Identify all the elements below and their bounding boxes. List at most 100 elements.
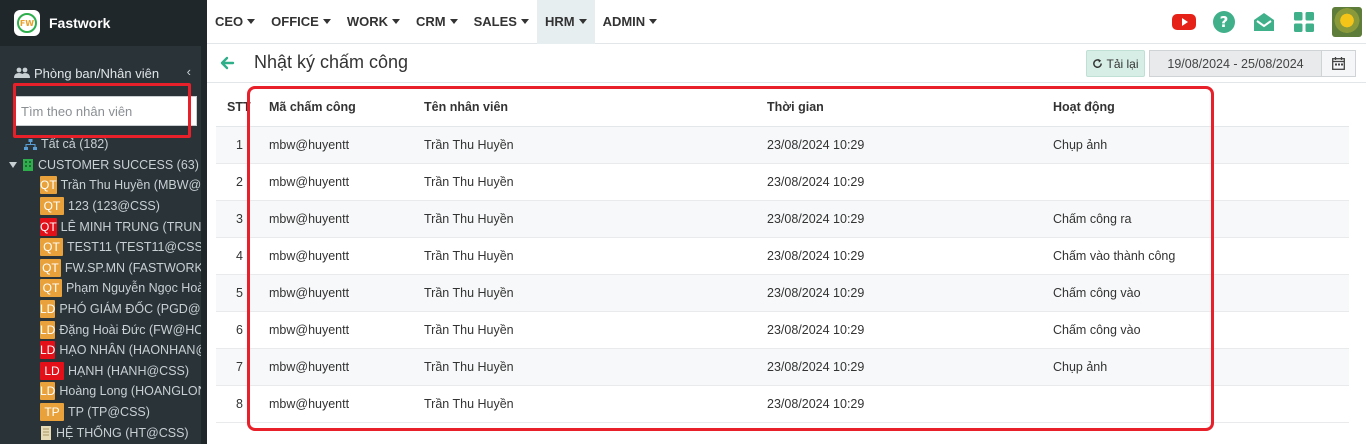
tree-item[interactable]: LDHẠO NHÂN (HAONHAN@CSS)	[0, 340, 207, 361]
tree-item-label: FW.SP.MN (FASTWORK)	[64, 260, 207, 275]
main-content: Nhật ký chấm công Tải lại 19/08/2024 - 2…	[207, 45, 1366, 444]
role-badge: QT	[40, 197, 64, 216]
tree-item-label: TEST11 (TEST11@CSS)	[66, 240, 207, 255]
table-row[interactable]: 5 mbw@huyentt Trần Thu Huyền 23/08/2024 10:…	[216, 274, 1349, 312]
tree-item-label: CUSTOMER SUCCESS (63)	[38, 157, 199, 172]
role-badge: LD	[40, 320, 56, 339]
menu-crm[interactable]: CRM	[408, 0, 466, 44]
cell-activity: Chấm vào thành công	[1053, 237, 1349, 275]
role-badge: QT	[40, 279, 62, 298]
menu-label: CRM	[416, 14, 446, 29]
cell-time: 23/08/2024 10:29	[767, 163, 1053, 201]
tree-item-label: LÊ MINH TRUNG (TRUNGLM)	[60, 219, 207, 234]
apps-grid-icon[interactable]	[1292, 10, 1316, 34]
cell-name: Trần Thu Huyền	[424, 311, 767, 349]
cell-stt: 7	[216, 348, 252, 386]
caret-down-icon[interactable]	[9, 161, 17, 168]
back-arrow-icon[interactable]	[219, 54, 235, 72]
tree-item[interactable]: QT Phạm Nguyễn Ngọc Hoài	[0, 278, 207, 299]
header-time[interactable]: Thời gian	[767, 89, 1053, 127]
tree-item-label: Hoàng Long (HOANGLONG@CSS)	[59, 384, 207, 399]
tree-item-label: Đặng Hoài Đức (FW@HOAIDUC)	[59, 322, 207, 337]
tree-item[interactable]: HỆ THỐNG (HT@CSS)	[0, 422, 207, 443]
cell-activity: Chấm công vào	[1053, 311, 1349, 349]
department-employee-header[interactable]: Phòng ban/Nhân viên ‹	[0, 62, 201, 84]
tree-item[interactable]: CUSTOMER SUCCESS (63)	[0, 155, 207, 176]
logo-text: FW	[17, 13, 37, 33]
reload-button[interactable]: Tải lại	[1086, 50, 1145, 77]
cell-stt: 4	[216, 237, 252, 275]
header-activity[interactable]: Hoạt động	[1053, 89, 1349, 127]
caret-down-icon	[649, 19, 658, 24]
tree-item-label: Trần Thu Huyền (MBW@HUYENTT)	[60, 178, 207, 193]
caret-down-icon	[520, 19, 529, 24]
caret-down-icon	[449, 19, 458, 24]
table-row[interactable]: 6 mbw@huyentt Trần Thu Huyền 23/08/2024 10:…	[216, 311, 1349, 349]
header-code[interactable]: Mã chấm công	[252, 89, 424, 127]
tree-item[interactable]: QT TEST11 (TEST11@CSS)	[0, 237, 207, 258]
mail-open-icon[interactable]	[1252, 10, 1276, 34]
top-navigation: CEO OFFICE WORK CRM SALES HRM ADMIN ?	[207, 0, 1366, 44]
fastwork-logo-icon: FW	[14, 10, 40, 36]
cell-stt: 5	[216, 274, 252, 312]
chevron-left-icon[interactable]: ‹	[187, 64, 191, 79]
tree-item[interactable]: LDPHÓ GIÁM ĐỐC (PGD@CSS)	[0, 299, 207, 320]
cell-stt: 3	[216, 200, 252, 238]
scroll-icon	[41, 425, 51, 440]
tree-item[interactable]: Tất cả (182)	[0, 134, 207, 155]
cell-code: mbw@huyentt	[252, 126, 424, 164]
menu-sales[interactable]: SALES	[466, 0, 537, 44]
org-chart-icon	[24, 138, 37, 150]
menu-work[interactable]: WORK	[339, 0, 408, 44]
brand[interactable]: FW Fastwork	[0, 0, 207, 46]
cell-time: 23/08/2024 10:29	[767, 237, 1053, 275]
tree-item[interactable]: QTLÊ MINH TRUNG (TRUNGLM)	[0, 216, 207, 237]
tree-item[interactable]: QT FW.SP.MN (FASTWORK)	[0, 258, 207, 279]
menu-hrm[interactable]: HRM	[536, 0, 595, 44]
menu-ceo[interactable]: CEO	[207, 0, 263, 44]
tree-item-label: PHÓ GIÁM ĐỐC (PGD@CSS)	[59, 302, 207, 317]
header-stt[interactable]: STT	[216, 89, 252, 127]
menu-label: OFFICE	[271, 14, 319, 29]
cell-stt: 8	[216, 385, 252, 423]
tree-item[interactable]: LD HẠNH (HANH@CSS)	[0, 361, 207, 382]
tree-item[interactable]: LDHoàng Long (HOANGLONG@CSS)	[0, 381, 207, 402]
cell-time: 23/08/2024 10:29	[767, 126, 1053, 164]
table-row[interactable]: 3 mbw@huyentt Trần Thu Huyền 23/08/2024 10:…	[216, 200, 1349, 238]
tree-item[interactable]: QTTrần Thu Huyền (MBW@HUYENTT)	[0, 175, 207, 196]
caret-down-icon	[247, 19, 256, 24]
help-icon[interactable]: ?	[1212, 10, 1236, 34]
menu-office[interactable]: OFFICE	[263, 0, 339, 44]
menu-admin[interactable]: ADMIN	[595, 0, 666, 44]
caret-down-icon	[322, 19, 331, 24]
role-badge: QT	[40, 238, 63, 257]
table-row[interactable]: 1 mbw@huyentt Trần Thu Huyền 23/08/2024 10:…	[216, 126, 1349, 164]
menu-label: HRM	[544, 14, 575, 29]
cell-time: 23/08/2024 10:29	[767, 274, 1053, 312]
cell-name: Trần Thu Huyền	[424, 163, 767, 201]
table-header-row: STT Mã chấm công Tên nhân viên Thời gian…	[216, 89, 1349, 127]
department-tree: Tất cả (182) CUSTOMER SUCCESS (63) QT Trần …	[0, 134, 207, 443]
table-row[interactable]: 2 mbw@huyentt Trần Thu Huyền 23/08/2024 10:…	[216, 163, 1349, 201]
cell-code: mbw@huyentt	[252, 348, 424, 386]
youtube-icon[interactable]	[1172, 10, 1196, 34]
table-row[interactable]: 8 mbw@huyentt Trần Thu Huyền 23/08/2024 10:…	[216, 385, 1349, 423]
caret-down-icon	[392, 19, 401, 24]
tree-item[interactable]: TP TP (TP@CSS)	[0, 402, 207, 423]
role-badge: LD	[40, 341, 56, 360]
table-row[interactable]: 7 mbw@huyentt Trần Thu Huyền 23/08/2024 10:…	[216, 348, 1349, 386]
cell-name: Trần Thu Huyền	[424, 348, 767, 386]
refresh-icon	[1093, 58, 1103, 68]
employee-search-input[interactable]	[14, 96, 197, 126]
role-badge: TP	[40, 403, 64, 422]
menu-label: ADMIN	[602, 14, 646, 29]
user-avatar[interactable]	[1332, 7, 1362, 37]
tree-item[interactable]: LDĐặng Hoài Đức (FW@HOAIDUC)	[0, 319, 207, 340]
cell-time: 23/08/2024 10:29	[767, 311, 1053, 349]
date-range-input[interactable]: 19/08/2024 - 25/08/2024	[1149, 50, 1322, 77]
table-row[interactable]: 4 mbw@huyentt Trần Thu Huyền 23/08/2024 10:…	[216, 237, 1349, 275]
calendar-icon[interactable]	[1321, 50, 1356, 77]
tree-item[interactable]: QT 123 (123@CSS)	[0, 196, 207, 217]
cell-code: mbw@huyentt	[252, 200, 424, 238]
header-name[interactable]: Tên nhân viên	[424, 89, 767, 127]
